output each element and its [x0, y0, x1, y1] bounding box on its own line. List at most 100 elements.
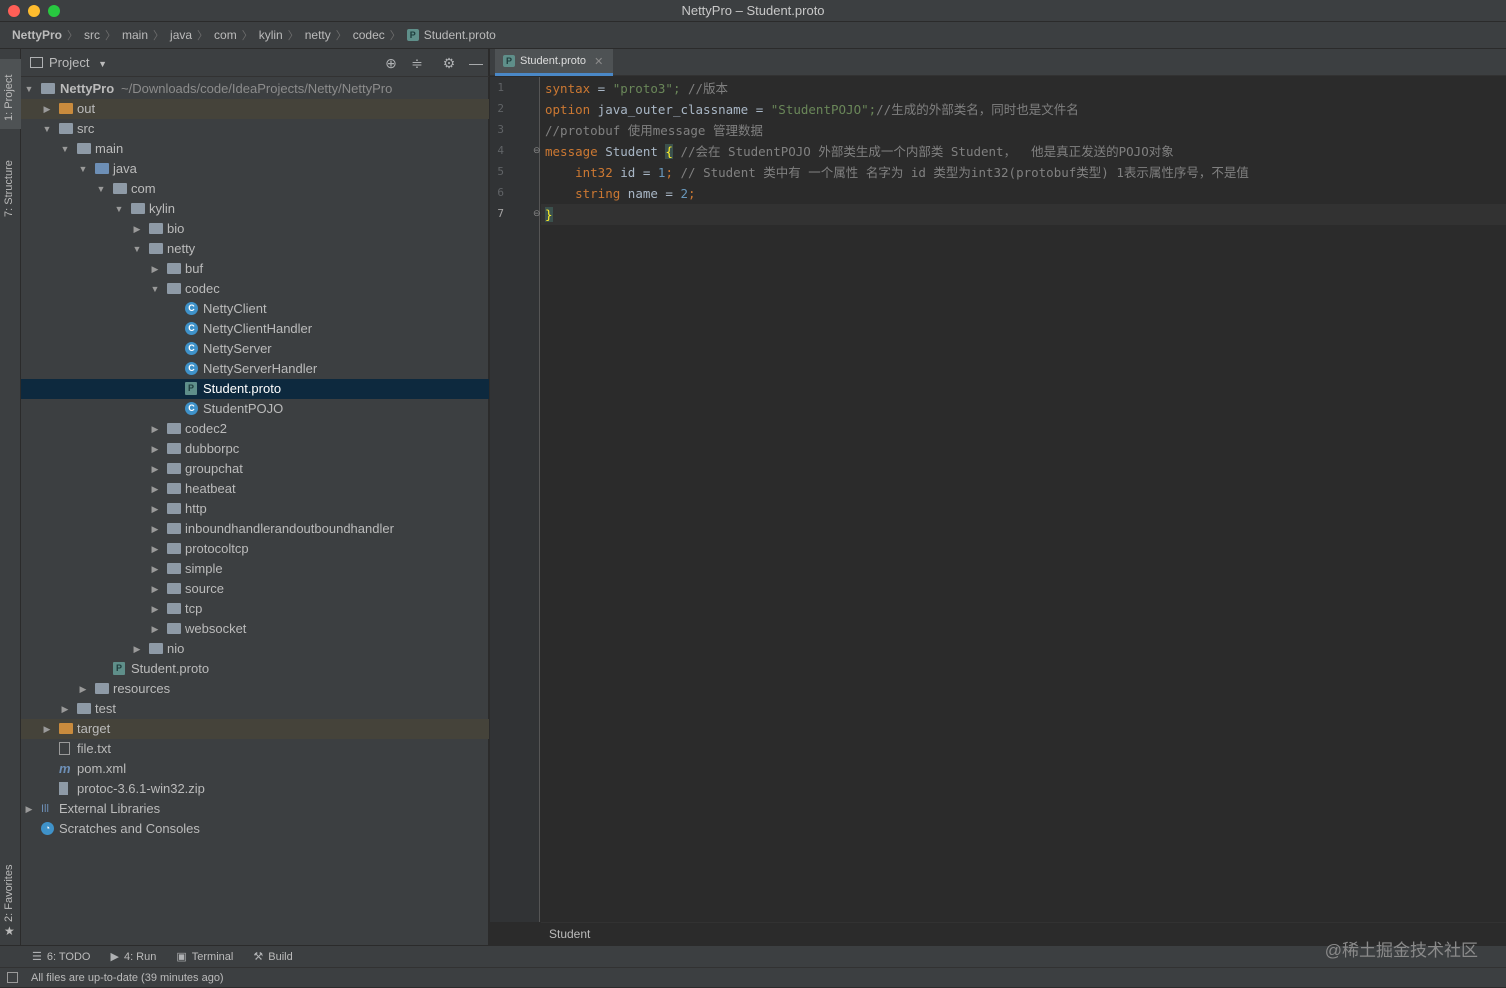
- chevron-right-icon[interactable]: ▶: [150, 419, 160, 439]
- tree-item[interactable]: P Student.proto: [21, 379, 489, 399]
- chevron-down-icon[interactable]: ▼: [78, 159, 88, 179]
- tree-item[interactable]: ▼ main: [21, 139, 489, 159]
- zoom-window-button[interactable]: [48, 5, 60, 17]
- chevron-down-icon[interactable]: ▼: [96, 179, 106, 199]
- tree-item[interactable]: C NettyServer: [21, 339, 489, 359]
- tree-item[interactable]: ▶ buf: [21, 259, 489, 279]
- tree-item[interactable]: ▶ codec2: [21, 419, 489, 439]
- tree-item[interactable]: m pom.xml: [21, 759, 489, 779]
- hide-panel-icon[interactable]: —: [468, 55, 484, 71]
- breadcrumb-item[interactable]: netty 〉: [305, 27, 353, 43]
- tree-item[interactable]: C StudentPOJO: [21, 399, 489, 419]
- chevron-down-icon[interactable]: ▼: [24, 79, 34, 99]
- tree-item[interactable]: C NettyClient: [21, 299, 489, 319]
- minimize-window-button[interactable]: [28, 5, 40, 17]
- breadcrumb-item[interactable]: com 〉: [214, 27, 259, 43]
- tool-tab-project[interactable]: 1: Project: [0, 59, 21, 129]
- code-line[interactable]: message Student { //会在 StudentPOJO 外部类生成…: [541, 141, 1506, 162]
- code-line[interactable]: option java_outer_classname = "StudentPO…: [541, 99, 1506, 120]
- tree-item[interactable]: ▼ codec: [21, 279, 489, 299]
- tree-item[interactable]: ▶ test: [21, 699, 489, 719]
- chevron-right-icon[interactable]: ▶: [42, 99, 52, 119]
- tree-item[interactable]: protoc-3.6.1-win32.zip: [21, 779, 489, 799]
- chevron-right-icon[interactable]: ▶: [150, 439, 160, 459]
- tree-item[interactable]: ▶ nio: [21, 639, 489, 659]
- toggle-tool-windows-icon[interactable]: [7, 972, 18, 983]
- tree-item[interactable]: ▼ kylin: [21, 199, 489, 219]
- tree-item[interactable]: ▶ resources: [21, 679, 489, 699]
- tool-tab-structure[interactable]: 7: Structure: [0, 141, 21, 221]
- tree-item[interactable]: ▼ java: [21, 159, 489, 179]
- breadcrumb-item[interactable]: P Student.proto: [406, 28, 496, 42]
- chevron-right-icon[interactable]: ▶: [24, 799, 34, 819]
- collapse-all-icon[interactable]: ≑: [409, 55, 425, 71]
- breadcrumb-item[interactable]: kylin 〉: [259, 27, 305, 43]
- tree-root[interactable]: ▼ NettyPro ~/Downloads/code/IdeaProjects…: [21, 79, 489, 99]
- breadcrumb-item[interactable]: NettyPro 〉: [12, 27, 84, 43]
- tree-item[interactable]: P Student.proto: [21, 659, 489, 679]
- chevron-right-icon[interactable]: ▶: [60, 699, 70, 719]
- chevron-right-icon[interactable]: ▶: [150, 519, 160, 539]
- chevron-right-icon[interactable]: ▶: [132, 219, 142, 239]
- tree-item[interactable]: ◔ Scratches and Consoles: [21, 819, 489, 839]
- bottom-tool-run[interactable]: ▶ 4: Run: [110, 950, 156, 964]
- tree-item[interactable]: ▼ com: [21, 179, 489, 199]
- tree-item[interactable]: ▶ Ill External Libraries: [21, 799, 489, 819]
- chevron-down-icon[interactable]: ▼: [150, 279, 160, 299]
- tab-student-proto[interactable]: P Student.proto ✕: [495, 49, 614, 76]
- tree-item[interactable]: ▶ websocket: [21, 619, 489, 639]
- close-window-button[interactable]: [8, 5, 20, 17]
- tree-item[interactable]: ▶ out: [21, 99, 489, 119]
- breadcrumb-item[interactable]: codec 〉: [353, 27, 407, 43]
- breadcrumb-item[interactable]: main 〉: [122, 27, 170, 43]
- bottom-tool-terminal[interactable]: ▣ Terminal: [176, 950, 233, 964]
- tree-item[interactable]: ▶ groupchat: [21, 459, 489, 479]
- chevron-right-icon[interactable]: ▶: [150, 539, 160, 559]
- tree-item[interactable]: ▼ src: [21, 119, 489, 139]
- fold-marker-icon[interactable]: ⊖: [533, 145, 541, 156]
- code-line[interactable]: //protobuf 使用message 管理数据: [541, 120, 1506, 141]
- code-line[interactable]: }: [541, 204, 1506, 225]
- breadcrumb-item[interactable]: java 〉: [170, 27, 214, 43]
- chevron-down-icon[interactable]: ▼: [114, 199, 124, 219]
- tree-item[interactable]: ▶ http: [21, 499, 489, 519]
- chevron-right-icon[interactable]: ▶: [150, 559, 160, 579]
- tree-item[interactable]: ▶ target: [21, 719, 489, 739]
- tree-item[interactable]: ▼ netty: [21, 239, 489, 259]
- breadcrumb-item[interactable]: src 〉: [84, 27, 122, 43]
- bottom-tool-list[interactable]: ☰ 6: TODO: [32, 950, 90, 964]
- chevron-right-icon[interactable]: ▶: [150, 499, 160, 519]
- code-line[interactable]: string name = 2;: [541, 183, 1506, 204]
- tree-item[interactable]: ▶ dubborpc: [21, 439, 489, 459]
- tree-item[interactable]: ▶ bio: [21, 219, 489, 239]
- chevron-right-icon[interactable]: ▶: [150, 459, 160, 479]
- tree-item[interactable]: ▶ heatbeat: [21, 479, 489, 499]
- project-view-selector[interactable]: Project ▼: [49, 55, 107, 70]
- chevron-right-icon[interactable]: ▶: [42, 719, 52, 739]
- fold-marker-icon[interactable]: ⊖: [533, 208, 541, 219]
- tree-item[interactable]: ▶ source: [21, 579, 489, 599]
- tree-item[interactable]: ▶ tcp: [21, 599, 489, 619]
- chevron-right-icon[interactable]: ▶: [78, 679, 88, 699]
- tree-item[interactable]: C NettyServerHandler: [21, 359, 489, 379]
- bottom-tool-build[interactable]: ⚒ Build: [253, 950, 292, 964]
- code-line[interactable]: int32 id = 1; // Student 类中有 一个属性 名字为 id…: [541, 162, 1506, 183]
- tree-item[interactable]: C NettyClientHandler: [21, 319, 489, 339]
- tool-tab-favorites[interactable]: 2: Favorites ★: [0, 854, 21, 939]
- chevron-down-icon[interactable]: ▼: [132, 239, 142, 259]
- tree-item[interactable]: file.txt: [21, 739, 489, 759]
- locate-file-icon[interactable]: ⊕: [383, 55, 399, 71]
- chevron-down-icon[interactable]: ▼: [42, 119, 52, 139]
- gear-icon[interactable]: ⚙: [441, 55, 457, 71]
- tree-item[interactable]: ▶ simple: [21, 559, 489, 579]
- chevron-right-icon[interactable]: ▶: [132, 639, 142, 659]
- tree-item[interactable]: ▶ protocoltcp: [21, 539, 489, 559]
- chevron-right-icon[interactable]: ▶: [150, 619, 160, 639]
- code-editor[interactable]: syntax = "proto3"; //版本 option java_outer…: [541, 77, 1506, 922]
- chevron-right-icon[interactable]: ▶: [150, 259, 160, 279]
- chevron-down-icon[interactable]: ▼: [60, 139, 70, 159]
- chevron-right-icon[interactable]: ▶: [150, 599, 160, 619]
- tree-item[interactable]: ▶ inboundhandlerandoutboundhandler: [21, 519, 489, 539]
- close-icon[interactable]: ✕: [594, 55, 603, 68]
- chevron-right-icon[interactable]: ▶: [150, 479, 160, 499]
